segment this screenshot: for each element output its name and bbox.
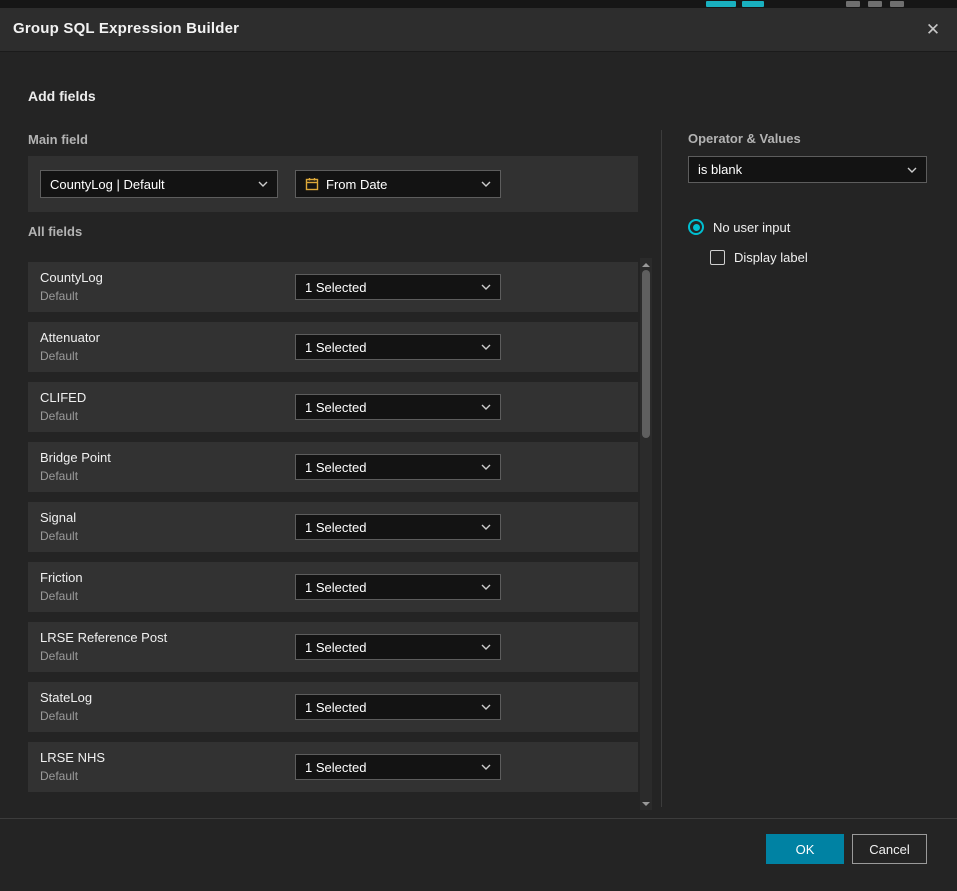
field-selection-dropdown[interactable]: 1 Selected xyxy=(295,754,501,780)
chevron-down-icon xyxy=(907,167,917,173)
main-field-panel: CountyLog | Default F xyxy=(28,156,638,212)
chevron-down-icon xyxy=(481,404,491,410)
field-name: Bridge Point xyxy=(40,450,111,465)
operator-value: is blank xyxy=(698,162,742,177)
chevron-down-icon xyxy=(481,181,491,187)
chevron-down-icon xyxy=(481,764,491,770)
field-type-label: Default xyxy=(40,289,78,303)
field-row: CountyLog Default 1 Selected xyxy=(28,262,638,312)
background-app-artifact xyxy=(706,1,736,7)
close-icon[interactable]: ✕ xyxy=(921,18,945,42)
field-row: Signal Default 1 Selected xyxy=(28,502,638,552)
field-type-label: Default xyxy=(40,409,78,423)
footer-divider xyxy=(0,818,957,819)
field-row: Bridge Point Default 1 Selected xyxy=(28,442,638,492)
background-app-artifact xyxy=(742,1,764,7)
field-name: Signal xyxy=(40,510,76,525)
chevron-down-icon xyxy=(481,644,491,650)
field-selection-dropdown[interactable]: 1 Selected xyxy=(295,334,501,360)
display-label-label: Display label xyxy=(734,250,808,265)
field-selection-dropdown[interactable]: 1 Selected xyxy=(295,694,501,720)
no-user-input-label: No user input xyxy=(713,220,790,235)
calendar-icon xyxy=(305,177,319,191)
group-sql-expression-builder-dialog: Group SQL Expression Builder ✕ Add field… xyxy=(0,8,957,891)
chevron-down-icon xyxy=(481,284,491,290)
field-selection-value: 1 Selected xyxy=(305,640,366,655)
background-app-artifact xyxy=(846,1,860,7)
field-row: LRSE NHS Default 1 Selected xyxy=(28,742,638,792)
field-row: StateLog Default 1 Selected xyxy=(28,682,638,732)
operator-values-heading: Operator & Values xyxy=(688,131,801,146)
background-app-artifact xyxy=(868,1,882,7)
scrollbar-thumb[interactable] xyxy=(642,270,650,438)
all-fields-list: CountyLog Default 1 Selected Attenuator … xyxy=(28,262,638,802)
field-type-label: Default xyxy=(40,529,78,543)
field-type-label: Default xyxy=(40,769,78,783)
main-field-source-dropdown[interactable]: CountyLog | Default xyxy=(40,170,278,198)
field-type-label: Default xyxy=(40,589,78,603)
field-selection-dropdown[interactable]: 1 Selected xyxy=(295,454,501,480)
field-selection-dropdown[interactable]: 1 Selected xyxy=(295,394,501,420)
field-row: LRSE Reference Post Default 1 Selected xyxy=(28,622,638,672)
field-selection-value: 1 Selected xyxy=(305,400,366,415)
dialog-title: Group SQL Expression Builder xyxy=(13,20,239,37)
dialog-titlebar: Group SQL Expression Builder ✕ xyxy=(0,8,957,52)
field-row: Attenuator Default 1 Selected xyxy=(28,322,638,372)
field-row: Friction Default 1 Selected xyxy=(28,562,638,612)
field-selection-value: 1 Selected xyxy=(305,580,366,595)
ok-button[interactable]: OK xyxy=(766,834,844,864)
display-label-checkbox[interactable]: Display label xyxy=(710,250,808,265)
radio-selected-icon[interactable] xyxy=(688,219,704,235)
background-app-strip xyxy=(0,0,957,8)
main-field-label: Main field xyxy=(28,132,88,147)
field-name: CountyLog xyxy=(40,270,103,285)
field-selection-value: 1 Selected xyxy=(305,340,366,355)
cancel-button[interactable]: Cancel xyxy=(852,834,927,864)
panel-divider xyxy=(661,130,662,807)
field-name: CLIFED xyxy=(40,390,86,405)
field-selection-dropdown[interactable]: 1 Selected xyxy=(295,574,501,600)
field-name: LRSE Reference Post xyxy=(40,630,167,645)
field-type-label: Default xyxy=(40,709,78,723)
scroll-down-icon[interactable] xyxy=(640,798,652,810)
operator-dropdown[interactable]: is blank xyxy=(688,156,927,183)
field-type-label: Default xyxy=(40,349,78,363)
field-selection-value: 1 Selected xyxy=(305,760,366,775)
background-app-artifact xyxy=(890,1,904,7)
field-name: StateLog xyxy=(40,690,92,705)
field-name: LRSE NHS xyxy=(40,750,105,765)
chevron-down-icon xyxy=(258,181,268,187)
main-field-field-value: From Date xyxy=(326,177,387,192)
chevron-down-icon xyxy=(481,344,491,350)
field-selection-value: 1 Selected xyxy=(305,520,366,535)
field-selection-value: 1 Selected xyxy=(305,280,366,295)
add-fields-heading: Add fields xyxy=(28,88,96,104)
chevron-down-icon xyxy=(481,524,491,530)
screenshot-stage: Group SQL Expression Builder ✕ Add field… xyxy=(0,0,957,891)
field-selection-dropdown[interactable]: 1 Selected xyxy=(295,514,501,540)
field-row: CLIFED Default 1 Selected xyxy=(28,382,638,432)
checkbox-unchecked-icon[interactable] xyxy=(710,250,725,265)
scroll-up-icon[interactable] xyxy=(640,258,652,270)
field-type-label: Default xyxy=(40,649,78,663)
main-field-field-dropdown[interactable]: From Date xyxy=(295,170,501,198)
chevron-down-icon xyxy=(481,464,491,470)
field-selection-dropdown[interactable]: 1 Selected xyxy=(295,634,501,660)
field-selection-value: 1 Selected xyxy=(305,700,366,715)
chevron-down-icon xyxy=(481,704,491,710)
chevron-down-icon xyxy=(481,584,491,590)
field-name: Attenuator xyxy=(40,330,100,345)
no-user-input-radio[interactable]: No user input xyxy=(688,219,790,235)
all-fields-label: All fields xyxy=(28,224,82,239)
field-selection-value: 1 Selected xyxy=(305,460,366,475)
field-selection-dropdown[interactable]: 1 Selected xyxy=(295,274,501,300)
all-fields-scrollbar[interactable] xyxy=(640,258,652,810)
field-type-label: Default xyxy=(40,469,78,483)
main-field-source-value: CountyLog | Default xyxy=(50,177,165,192)
field-name: Friction xyxy=(40,570,83,585)
